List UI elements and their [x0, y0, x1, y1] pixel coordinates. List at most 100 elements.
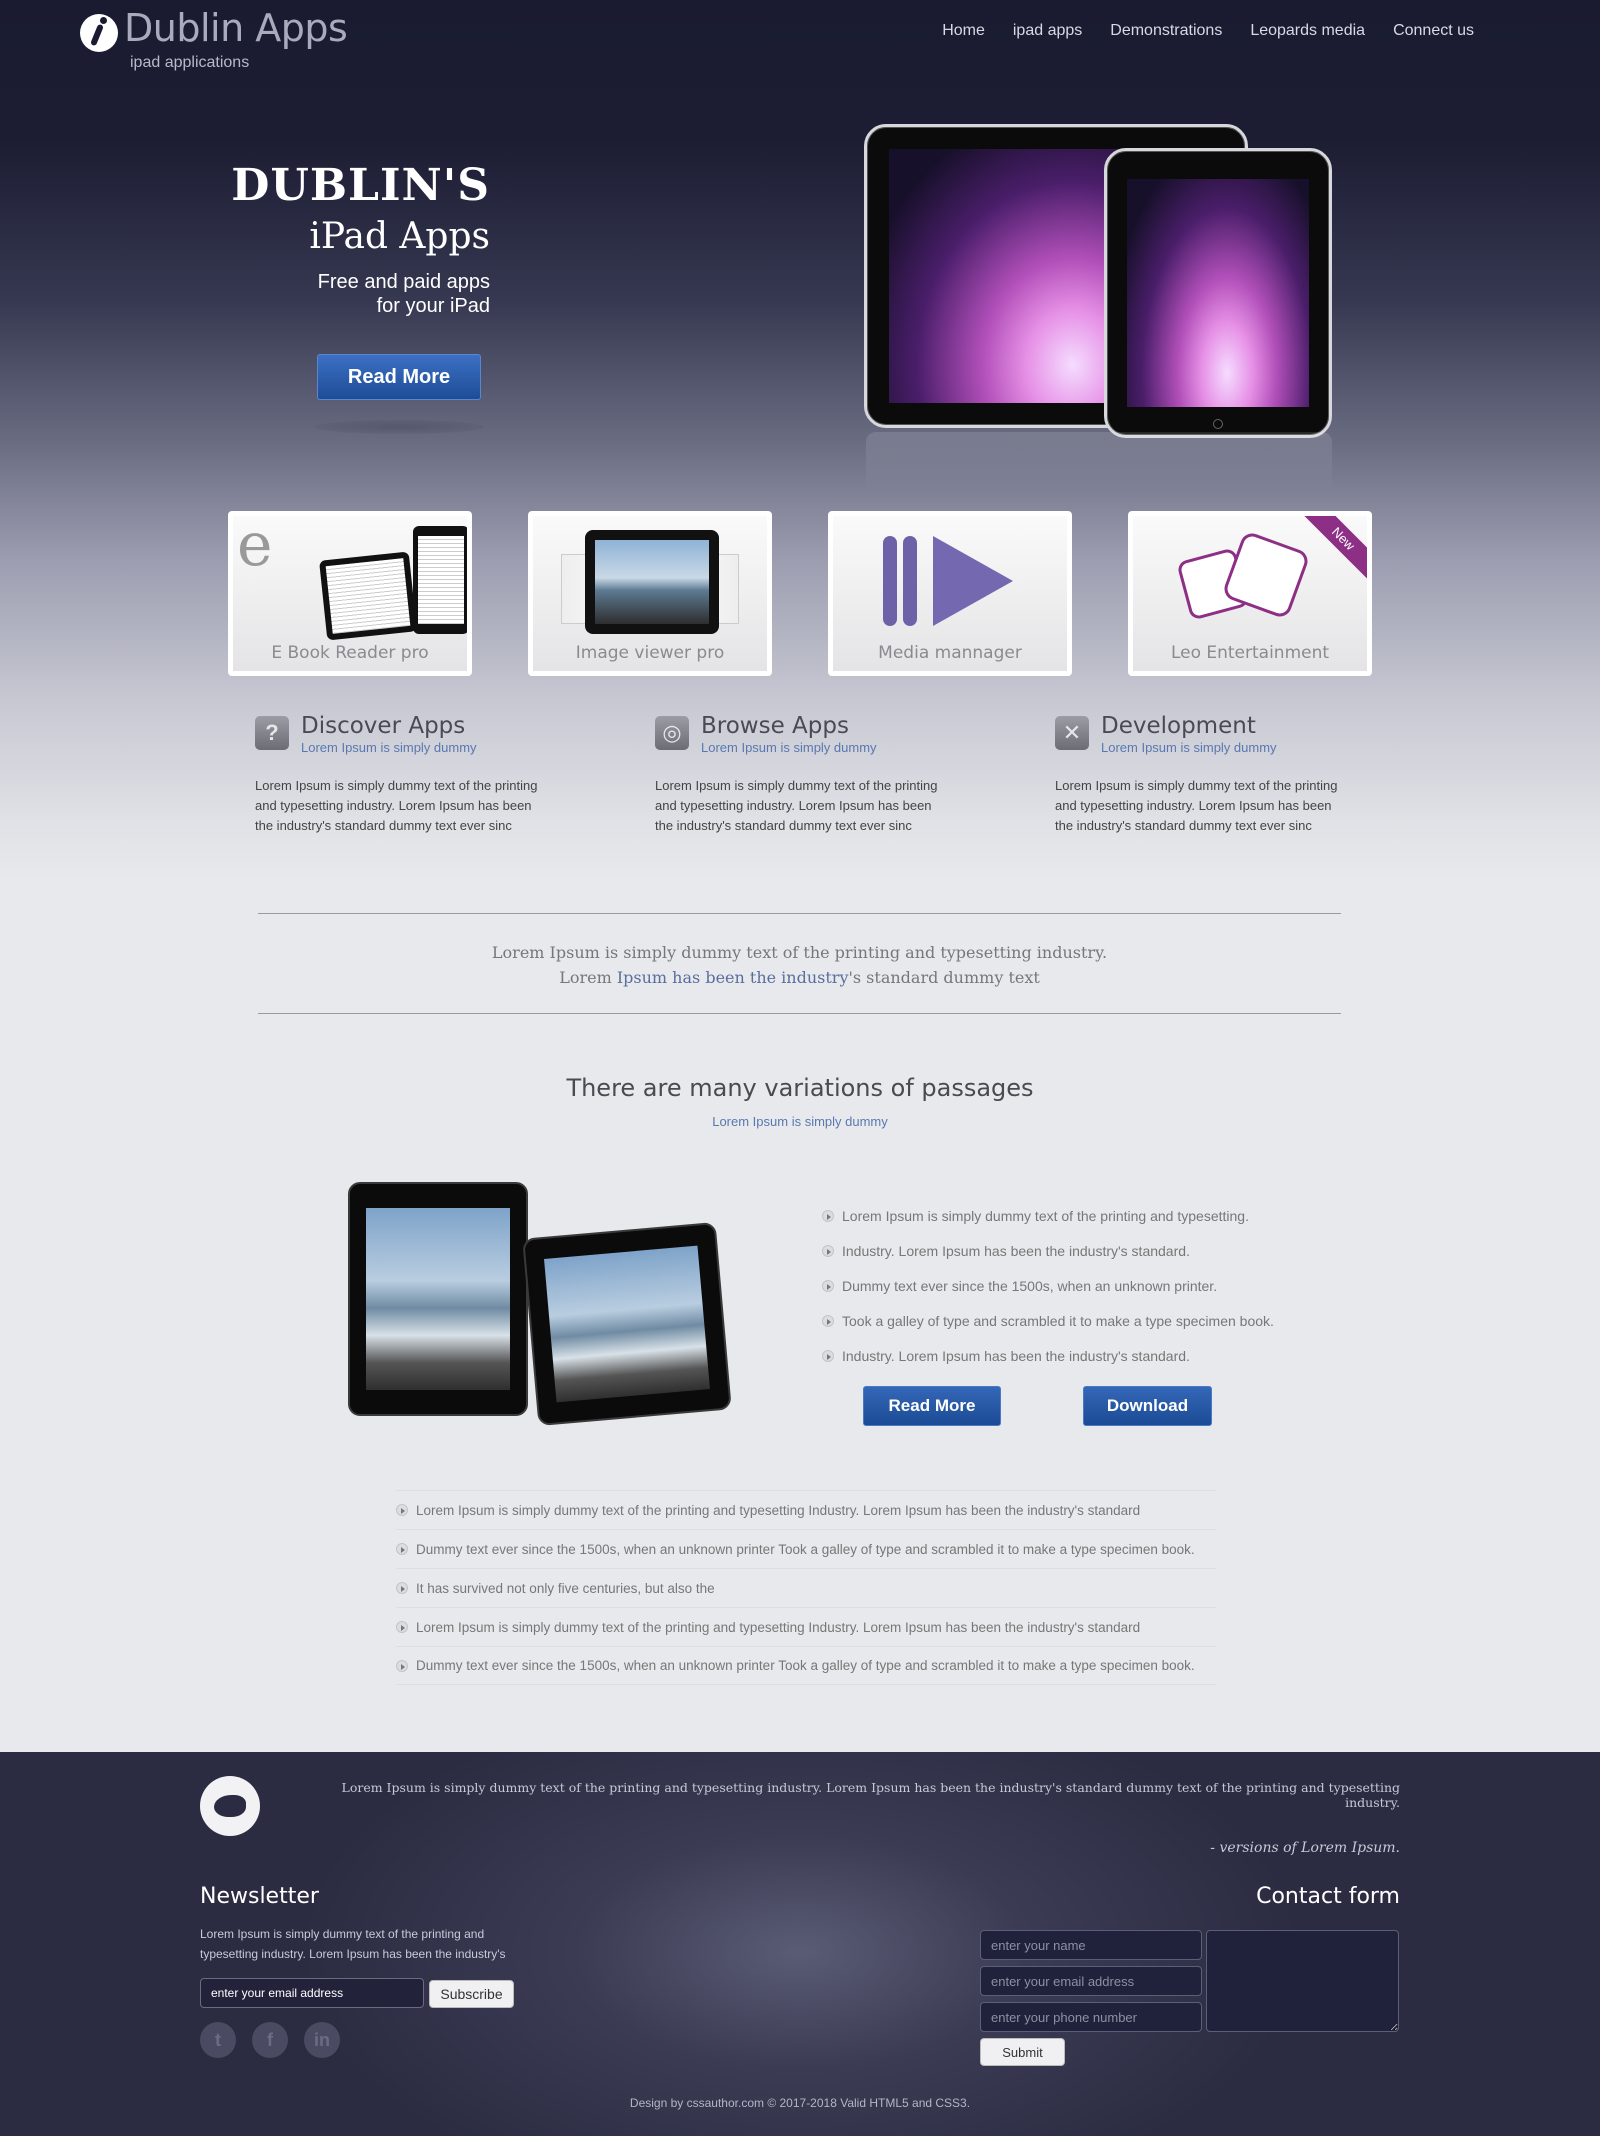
- read-more-button[interactable]: Read More: [863, 1386, 1001, 1426]
- list-item: It has survived not only five centuries,…: [396, 1568, 1216, 1607]
- list-item: Lorem Ipsum is simply dummy text of the …: [396, 1490, 1216, 1529]
- site-subtitle: ipad applications: [130, 54, 250, 71]
- feature-body: Lorem Ipsum is simply dummy text of the …: [255, 778, 538, 833]
- section-subtitle: Lorem Ipsum is simply dummy: [712, 1114, 888, 1129]
- app-card-media-manager[interactable]: Media mannager: [828, 511, 1072, 676]
- list-item: Lorem Ipsum is simply dummy text of the …: [822, 1198, 1282, 1233]
- list-item: Industry. Lorem Ipsum has been the indus…: [822, 1338, 1282, 1373]
- list-item: Dummy text ever since the 1500s, when an…: [396, 1529, 1216, 1568]
- twitter-bird-icon: [214, 1795, 246, 1817]
- contact-phone-field[interactable]: [980, 2002, 1202, 2032]
- hero-ipad-small-image: [1104, 148, 1332, 438]
- bullet-plus-icon: [396, 1504, 408, 1516]
- feature-subtitle: Lorem Ipsum is simply dummy: [301, 740, 477, 755]
- facebook-icon[interactable]: f: [252, 2022, 288, 2058]
- footer-credit: Design by cssauthor.com © 2017-2018 Vali…: [629, 2096, 971, 2110]
- media-pause-bar-2: [903, 536, 917, 626]
- nav-leopards-media[interactable]: Leopards media: [1250, 22, 1365, 40]
- app-card-image-viewer[interactable]: Image viewer pro: [528, 511, 772, 676]
- image-viewer-icon: [585, 530, 719, 634]
- new-badge: New: [1299, 516, 1367, 583]
- app-card-leo-entertainment[interactable]: New Leo Entertainment: [1128, 511, 1372, 676]
- quote-band: Lorem Ipsum is simply dummy text of the …: [258, 940, 1341, 990]
- divider-top: [258, 913, 1341, 914]
- list-item: Industry. Lorem Ipsum has been the indus…: [822, 1233, 1282, 1268]
- list-item: Lorem Ipsum is simply dummy text of the …: [396, 1607, 1216, 1646]
- ebook-icon: e: [237, 516, 273, 580]
- newsletter-email-input[interactable]: [200, 1978, 424, 2008]
- divider-bottom: [258, 1013, 1341, 1014]
- newsletter-text: Lorem Ipsum is simply dummy text of the …: [200, 1927, 506, 1961]
- site-logo[interactable]: Dublin Apps ipad applications: [80, 6, 348, 71]
- button-shadow: [314, 420, 484, 434]
- quote-line-2: Lorem Ipsum has been the industry's stan…: [559, 968, 1040, 987]
- media-pause-bar-1: [883, 536, 897, 626]
- nav-demonstrations[interactable]: Demonstrations: [1110, 22, 1222, 40]
- question-icon: ?: [255, 716, 289, 750]
- bullet-plus-icon: [396, 1582, 408, 1594]
- bullet-arrow-icon: [822, 1349, 834, 1362]
- logo-icon: [80, 14, 118, 52]
- list-item: Dummy text ever since the 1500s, when an…: [822, 1268, 1282, 1303]
- globe-icon: ◎: [655, 716, 689, 750]
- quote-line-1: Lorem Ipsum is simply dummy text of the …: [491, 943, 1108, 962]
- contact-form-title: Contact form: [1256, 1884, 1400, 1909]
- ipad-reflection: [866, 432, 1332, 492]
- linkedin-icon[interactable]: in: [304, 2022, 340, 2058]
- list-item: Dummy text ever since the 1500s, when an…: [396, 1646, 1216, 1685]
- info-list: Lorem Ipsum is simply dummy text of the …: [396, 1490, 1216, 1685]
- tweet-signature: - versions of Lorem Ipsum.: [1210, 1840, 1400, 1856]
- section-title: There are many variations of passages: [566, 1074, 1034, 1102]
- feature-bullet-list: Lorem Ipsum is simply dummy text of the …: [822, 1198, 1282, 1373]
- bullet-plus-icon: [396, 1659, 408, 1672]
- bullet-arrow-icon: [822, 1209, 834, 1222]
- list-item: Took a galley of type and scrambled it t…: [822, 1303, 1282, 1338]
- download-button[interactable]: Download: [1083, 1386, 1212, 1426]
- app-card-label: Media mannager: [878, 643, 1022, 663]
- hero-tagline-1: Free and paid apps: [317, 271, 490, 293]
- feature-discover: ? Discover Apps Lorem Ipsum is simply du…: [255, 712, 547, 836]
- contact-message-field[interactable]: [1206, 1930, 1399, 2032]
- subscribe-button[interactable]: Subscribe: [429, 1980, 514, 2008]
- newsletter-title: Newsletter: [200, 1884, 319, 1909]
- bullet-arrow-icon: [822, 1244, 834, 1257]
- app-card-label: E Book Reader pro: [271, 643, 429, 663]
- hero-text: DUBLIN'S iPad Apps Free and paid apps fo…: [200, 160, 490, 318]
- feature-development: ✕ Development Lorem Ipsum is simply dumm…: [1055, 712, 1347, 836]
- bullet-arrow-icon: [822, 1279, 834, 1292]
- media-icon: [933, 536, 1013, 626]
- app-card-label: Leo Entertainment: [1170, 643, 1330, 663]
- contact-submit-button[interactable]: Submit: [980, 2038, 1065, 2066]
- feature-title: Discover Apps: [301, 713, 466, 739]
- twitter-icon[interactable]: t: [200, 2022, 236, 2058]
- main-nav: Home ipad apps Demonstrations Leopards m…: [914, 22, 1474, 40]
- feature-title: Browse Apps: [701, 713, 849, 739]
- tools-icon: ✕: [1055, 716, 1089, 750]
- nav-ipad-apps[interactable]: ipad apps: [1013, 22, 1082, 40]
- tweet-text: Lorem Ipsum is simply dummy text of the …: [341, 1780, 1400, 1810]
- nav-connect-us[interactable]: Connect us: [1393, 22, 1474, 40]
- hero-read-more-button[interactable]: Read More: [317, 354, 481, 400]
- hero-subheading: iPad Apps: [309, 216, 490, 257]
- feature-subtitle: Lorem Ipsum is simply dummy: [701, 740, 877, 755]
- feature-body: Lorem Ipsum is simply dummy text of the …: [655, 778, 938, 833]
- hero-heading: DUBLIN'S: [231, 160, 490, 211]
- ebook-tablet-image: [319, 551, 417, 641]
- bullet-arrow-icon: [822, 1314, 834, 1327]
- contact-email-field[interactable]: [980, 1966, 1202, 1996]
- tablet-photo-2: [522, 1221, 732, 1427]
- bullet-plus-icon: [396, 1621, 408, 1633]
- feature-browse: ◎ Browse Apps Lorem Ipsum is simply dumm…: [655, 712, 947, 836]
- feature-body: Lorem Ipsum is simply dummy text of the …: [1055, 778, 1338, 833]
- bullet-plus-icon: [396, 1543, 408, 1555]
- feature-subtitle: Lorem Ipsum is simply dummy: [1101, 740, 1277, 755]
- feature-title: Development: [1101, 713, 1256, 739]
- twitter-badge: [200, 1776, 260, 1836]
- app-card-label: Image viewer pro: [575, 643, 725, 663]
- app-card-ebook-reader[interactable]: e E Book Reader pro: [228, 511, 472, 676]
- nav-home[interactable]: Home: [942, 22, 985, 40]
- hero-tagline-2: for your iPad: [376, 295, 490, 317]
- ebook-phone-image: [413, 526, 467, 634]
- contact-name-field[interactable]: [980, 1930, 1202, 1960]
- tablet-photo-1: [348, 1182, 528, 1416]
